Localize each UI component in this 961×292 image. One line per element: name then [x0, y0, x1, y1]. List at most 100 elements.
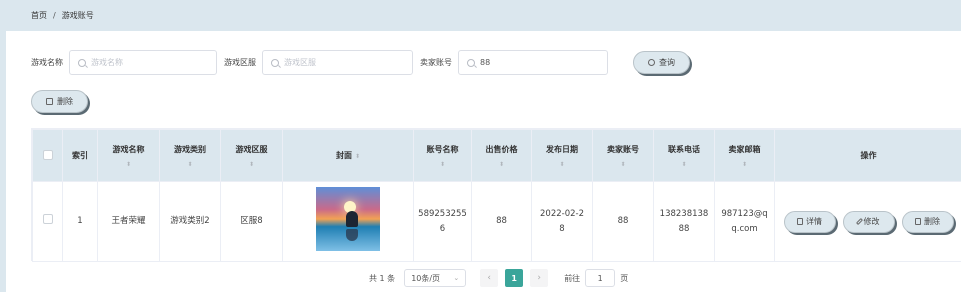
header-game-zone[interactable]: 游戏区服 ⬍ [220, 129, 283, 182]
cell-game-zone: 区服8 [220, 181, 283, 262]
cell-account-name: 589253255 6 [413, 181, 472, 262]
sort-icon[interactable]: ⬍ [160, 161, 220, 168]
game-name-input[interactable]: 游戏名称 [69, 50, 217, 75]
left-edge-bar [0, 0, 6, 292]
next-page-button[interactable]: › [530, 269, 549, 287]
sort-icon[interactable]: ⬍ [355, 153, 360, 160]
sort-icon[interactable]: ⬍ [593, 161, 653, 168]
cover-image[interactable] [316, 186, 380, 251]
header-cover[interactable]: 封面 ⬍ [282, 129, 414, 182]
select-all-checkbox[interactable] [42, 149, 53, 160]
accounts-table: 索引 游戏名称 ⬍ 游戏类别 ⬍ 游戏区服 ⬍ 封面 ⬍ 账号名称 ⬍ 出售价格 ⬍ 发布日… [31, 128, 961, 262]
header-select-all[interactable] [32, 129, 63, 182]
header-game-type[interactable]: 游戏类别 ⬍ [159, 129, 221, 182]
header-price-label: 出售价格 [485, 144, 518, 154]
sort-icon[interactable]: ⬍ [414, 161, 471, 168]
goto-label: 前往 [564, 273, 581, 283]
header-actions-label: 操作 [860, 151, 877, 160]
edit-button[interactable]: 修改 [842, 210, 895, 233]
header-phone[interactable]: 联系电话 ⬍ [653, 129, 715, 182]
header-seller-account[interactable]: 卖家账号 ⬍ [592, 129, 654, 182]
cell-actions: 详情 修改 删除 [774, 181, 961, 262]
phone-line2: 88 [678, 223, 690, 234]
phone-line1: 138238138 [659, 208, 709, 219]
sort-icon[interactable]: ⬍ [472, 161, 531, 168]
filter-bar: 游戏名称 游戏名称 游戏区服 游戏区服 卖家账号 88 [31, 50, 608, 75]
row-delete-button[interactable]: 删除 [901, 210, 954, 233]
email-line1: 987123@q [721, 208, 768, 219]
game-name-placeholder: 游戏名称 [91, 58, 123, 67]
header-game-name-label: 游戏名称 [112, 144, 145, 154]
goto-page-value: 1 [597, 273, 603, 283]
breadcrumb-separator: / [53, 11, 56, 20]
cover-figure-shape [346, 210, 358, 227]
page-unit-label: 页 [620, 273, 629, 283]
page-number-current[interactable]: 1 [505, 269, 524, 287]
sort-icon[interactable]: ⬍ [98, 161, 159, 168]
sort-icon[interactable]: ⬍ [532, 161, 592, 168]
header-game-zone-label: 游戏区服 [235, 144, 268, 154]
sort-icon[interactable]: ⬍ [715, 161, 774, 168]
prev-page-button[interactable]: ‹ [480, 269, 499, 287]
header-email-label: 卖家邮箱 [728, 144, 761, 154]
row-delete-label: 删除 [924, 217, 940, 226]
filter-label-game-name: 游戏名称 [31, 58, 63, 67]
date-line1: 2022-02-2 [540, 208, 584, 219]
breadcrumb: 首页 / 游戏账号 [6, 0, 961, 31]
header-phone-label: 联系电话 [668, 144, 700, 154]
cell-cover [282, 181, 414, 262]
chevron-down-icon: ⌄ [453, 274, 460, 282]
cover-reflection-shape [346, 228, 358, 241]
cell-game-name: 王者荣耀 [97, 181, 160, 262]
header-game-type-label: 游戏类别 [174, 144, 206, 154]
search-icon [78, 58, 86, 67]
header-price[interactable]: 出售价格 ⬍ [471, 129, 532, 182]
sort-icon[interactable]: ⬍ [654, 161, 714, 168]
table-header-row: 索引 游戏名称 ⬍ 游戏类别 ⬍ 游戏区服 ⬍ 封面 ⬍ 账号名称 ⬍ 出售价格 ⬍ 发布日… [32, 129, 961, 182]
trash-icon [915, 218, 921, 225]
detail-button-label: 详情 [806, 217, 822, 226]
edit-button-label: 修改 [863, 217, 880, 226]
seller-account-input[interactable]: 88 [458, 50, 608, 75]
breadcrumb-current: 游戏账号 [61, 11, 94, 20]
document-icon [797, 218, 803, 225]
batch-delete-button[interactable]: 删除 [31, 90, 88, 113]
header-account-name-label: 账号名称 [426, 144, 459, 154]
cell-seller-account: 88 [592, 181, 654, 262]
pagination: 共 1 条 10条/页 ⌄ ‹ 1 › 前往 1 页 [369, 269, 628, 287]
header-index: 索引 [62, 129, 98, 182]
header-seller-account-label: 卖家账号 [607, 144, 639, 154]
search-button[interactable]: 查询 [633, 51, 690, 74]
page-size-select[interactable]: 10条/页 ⌄ [404, 269, 467, 287]
account-name-line2: 6 [439, 223, 446, 234]
cell-email: 987123@q q.com [714, 181, 775, 262]
breadcrumb-home[interactable]: 首页 [31, 10, 47, 21]
row-actions: 详情 修改 删除 [775, 210, 961, 233]
email-line2: q.com [731, 223, 758, 234]
header-publish-date[interactable]: 发布日期 ⬍ [531, 129, 593, 182]
seller-account-value: 88 [480, 58, 491, 67]
date-line2: 8 [559, 223, 565, 234]
header-game-name[interactable]: 游戏名称 ⬍ [97, 129, 160, 182]
header-cover-label: 封面 [335, 151, 352, 160]
header-actions: 操作 [774, 129, 961, 182]
search-icon [271, 58, 279, 67]
detail-button[interactable]: 详情 [783, 210, 836, 233]
filter-label-game-zone: 游戏区服 [224, 58, 256, 67]
row-select-cell[interactable] [32, 181, 63, 262]
search-button-label: 查询 [659, 58, 675, 67]
goto-page-input[interactable]: 1 [585, 269, 616, 287]
header-email[interactable]: 卖家邮箱 ⬍ [714, 129, 775, 182]
row-checkbox[interactable] [42, 213, 53, 224]
account-name-line1: 589253255 [418, 208, 467, 219]
table-row[interactable]: 1 王者荣耀 游戏类别2 区服8 589253255 6 88 2022-02-… [32, 181, 961, 262]
page-size-value: 10条/页 [411, 273, 441, 283]
header-account-name[interactable]: 账号名称 ⬍ [413, 129, 472, 182]
cell-phone: 138238138 88 [653, 181, 715, 262]
game-zone-placeholder: 游戏区服 [284, 58, 316, 67]
filter-label-seller-account: 卖家账号 [420, 58, 452, 67]
game-zone-input[interactable]: 游戏区服 [262, 50, 413, 75]
sort-icon[interactable]: ⬍ [221, 161, 282, 168]
header-index-label: 索引 [72, 151, 88, 160]
header-publish-date-label: 发布日期 [546, 144, 578, 154]
